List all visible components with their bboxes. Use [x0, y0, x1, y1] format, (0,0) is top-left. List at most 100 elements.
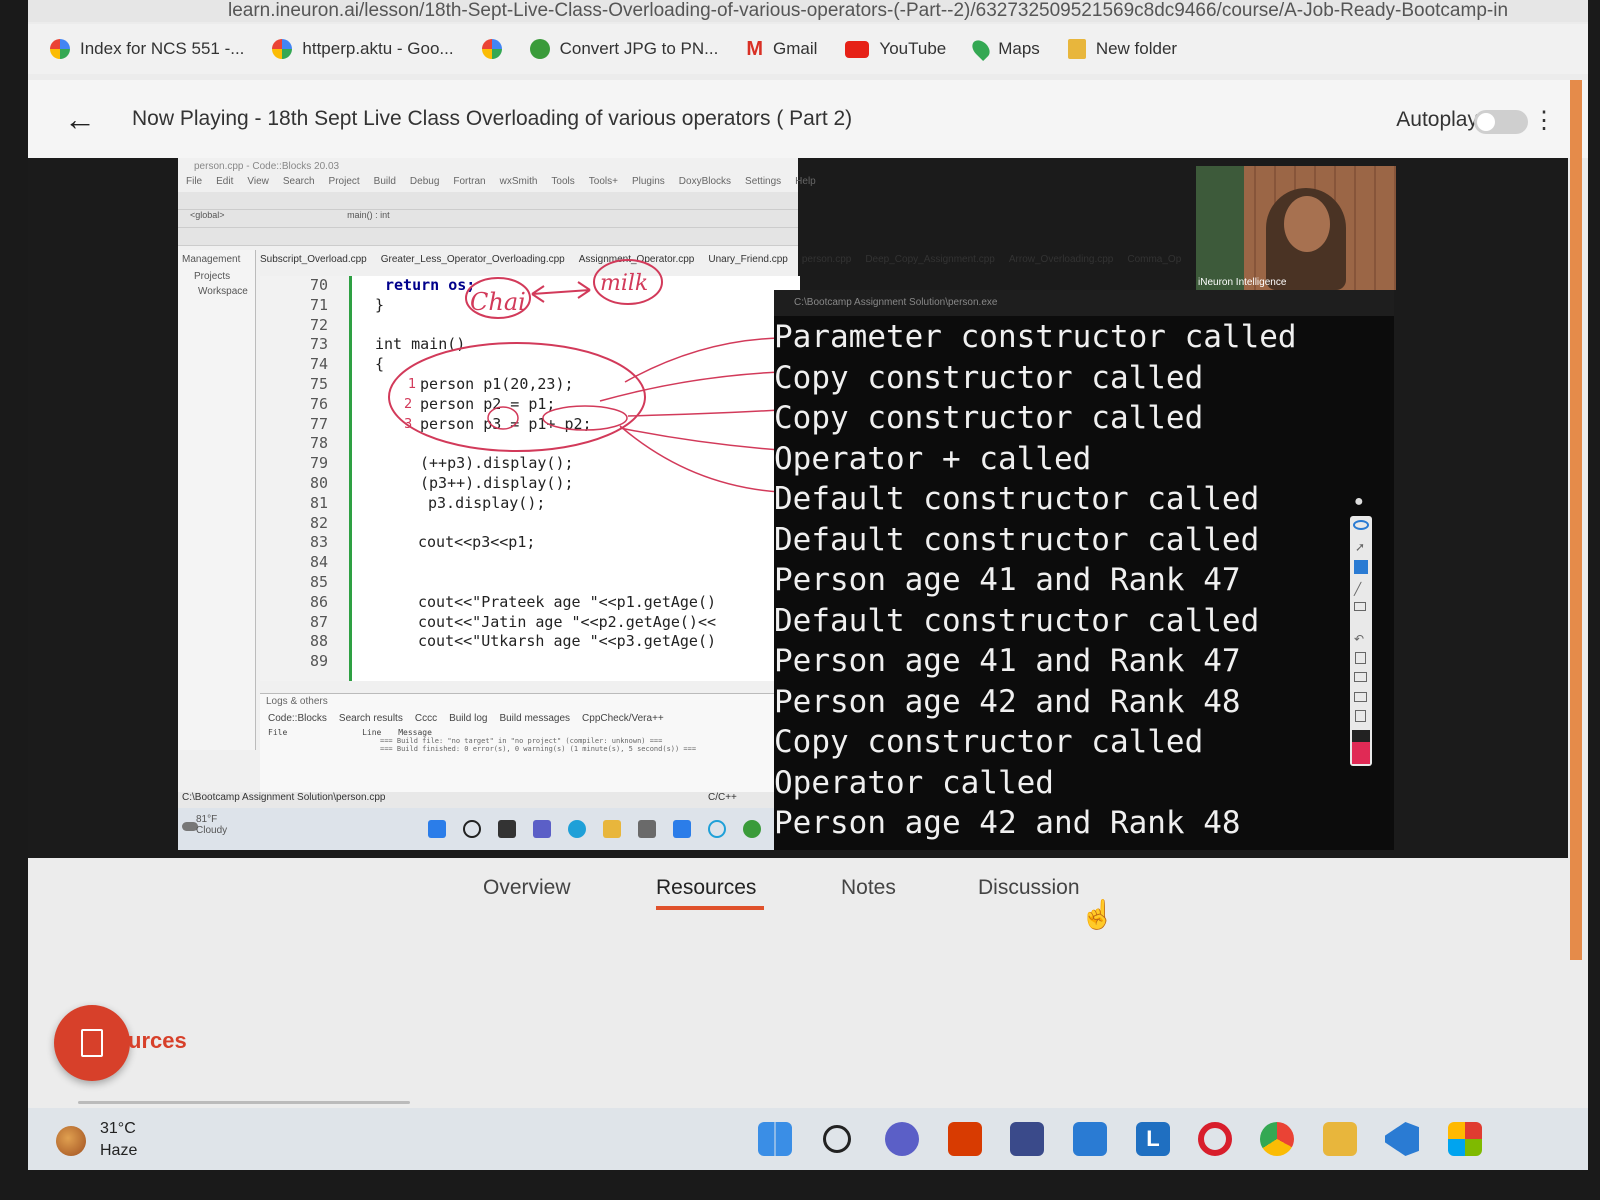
log-tabs: Code::Blocks Search results Cccc Build l… [260, 709, 800, 728]
address-bar[interactable]: learn.ineuron.ai/lesson/18th-Sept-Live-C… [28, 0, 1588, 22]
console-line: Operator called [774, 764, 1054, 801]
ide-menu-fortran[interactable]: Fortran [453, 176, 485, 192]
autoplay-toggle[interactable] [1474, 110, 1528, 134]
code-editor[interactable]: 70 71 72 73 74 75 76 77 78 79 80 81 82 8… [260, 259, 800, 681]
scrollbar[interactable] [1570, 80, 1582, 960]
back-arrow-icon[interactable]: ← [64, 101, 114, 138]
office-icon[interactable] [948, 1122, 982, 1156]
tab-person[interactable]: person.cpp [802, 254, 851, 274]
annotation-toolbar[interactable]: ➚ ╱ ↶ [1350, 516, 1372, 766]
pin-icon[interactable]: ● [1354, 493, 1364, 511]
ide-menu-tools-plus[interactable]: Tools+ [589, 176, 618, 192]
bookmark-youtube[interactable]: YouTube [845, 39, 946, 59]
tab-arrow-overloading[interactable]: Arrow_Overloading.cpp [1009, 254, 1114, 274]
tab-greater-less[interactable]: Greater_Less_Operator_Overloading.cpp [381, 254, 565, 274]
ide-menu-doxyblocks[interactable]: DoxyBlocks [679, 176, 731, 192]
console-line: Person age 42 and Rank 48 [774, 683, 1241, 720]
apps-icon[interactable] [1448, 1122, 1482, 1156]
screen-icon[interactable] [1354, 672, 1367, 682]
ide-menu-search[interactable]: Search [283, 176, 315, 192]
edge-icon [568, 820, 586, 838]
video-player[interactable]: person.cpp - Code::Blocks 20.03 File Edi… [28, 158, 1568, 858]
pointer-icon[interactable]: ➚ [1355, 540, 1365, 554]
tab-deep-copy[interactable]: Deep_Copy_Assignment.cpp [865, 254, 995, 274]
bookmark-httperp[interactable]: httperp.aktu - Goo... [272, 39, 454, 59]
code-line-83: cout<<p3<<p1; [418, 533, 536, 552]
console-line: Default constructor called [774, 481, 1260, 517]
chat-icon [533, 820, 551, 838]
tab-discussion[interactable]: Discussion [978, 876, 1080, 900]
log-line: === Build file: "no target" in "no proje… [380, 737, 663, 745]
google-icon [272, 39, 293, 59]
tab-comma-op[interactable]: Comma_Op [1127, 254, 1181, 274]
ide-menu-file[interactable]: File [186, 176, 202, 192]
camera-icon[interactable] [1354, 692, 1367, 702]
bookmark-google[interactable] [481, 39, 502, 59]
ide-menu-help[interactable]: Help [795, 176, 816, 192]
color-swatch-icon[interactable] [1352, 730, 1370, 764]
resources-icon[interactable] [54, 1005, 130, 1081]
log-tab-codeblocks[interactable]: Code::Blocks [268, 713, 327, 724]
log-tab-cccc[interactable]: Cccc [415, 713, 437, 724]
pen-icon[interactable] [1354, 560, 1368, 574]
ide-menu-build[interactable]: Build [374, 176, 396, 192]
more-options-icon[interactable]: ⋮ [1532, 106, 1556, 135]
l-app-icon[interactable]: L [1136, 1122, 1170, 1156]
start-icon[interactable] [758, 1122, 792, 1156]
editor-tabs: Subscript_Overload.cpp Greater_Less_Oper… [260, 254, 1340, 274]
folder-icon [1067, 39, 1086, 59]
video-taskbar: 81°F Cloudy [178, 808, 798, 850]
ide-menu-tools[interactable]: Tools [551, 176, 574, 192]
vscode-icon[interactable] [1385, 1122, 1419, 1156]
ide-menu-view[interactable]: View [247, 176, 269, 192]
convert-icon [529, 39, 550, 59]
search-icon[interactable] [823, 1125, 851, 1153]
ide-menu-project[interactable]: Project [329, 176, 360, 192]
eye-icon[interactable] [1353, 520, 1369, 530]
opera-icon[interactable] [1198, 1122, 1232, 1156]
weather-icon[interactable] [56, 1126, 86, 1156]
bookmark-convert-jpg[interactable]: Convert JPG to PN... [529, 39, 718, 59]
bookmark-gmail[interactable]: M Gmail [746, 38, 817, 61]
xbox-icon [743, 820, 761, 838]
tab-notes[interactable]: Notes [841, 876, 896, 900]
ide-menu-edit[interactable]: Edit [216, 176, 233, 192]
console-line: Person age 41 and Rank 47 [774, 562, 1241, 598]
clipboard-icon[interactable] [1355, 710, 1366, 722]
ide-menu-wxsmith[interactable]: wxSmith [500, 176, 538, 192]
arrow-to-copy-1 [599, 371, 781, 402]
log-tab-build-messages[interactable]: Build messages [499, 713, 570, 724]
weather-description[interactable]: Haze [100, 1142, 137, 1160]
folder-icon[interactable] [1323, 1122, 1357, 1156]
store-icon[interactable] [1010, 1122, 1044, 1156]
log-tab-build-log[interactable]: Build log [449, 713, 487, 724]
log-tab-search-results[interactable]: Search results [339, 713, 403, 724]
ide-menu-settings[interactable]: Settings [745, 176, 781, 192]
ide-menu-debug[interactable]: Debug [410, 176, 439, 192]
eraser-icon[interactable] [1354, 602, 1366, 611]
tab-resources[interactable]: Resources [656, 876, 756, 900]
function-select[interactable]: main() : int [347, 210, 390, 220]
ide-menu-plugins[interactable]: Plugins [632, 176, 665, 192]
chrome-icon[interactable] [1260, 1122, 1294, 1156]
weather-temperature[interactable]: 31°C [100, 1120, 136, 1138]
undo-icon[interactable]: ↶ [1354, 632, 1364, 646]
line-icon[interactable]: ╱ [1354, 582, 1361, 596]
logs-title: Logs & others [266, 696, 328, 707]
console-line: Copy constructor called [774, 724, 1204, 760]
bookmark-ncs551[interactable]: Index for NCS 551 -... [50, 39, 244, 59]
mail-icon[interactable] [1073, 1122, 1107, 1156]
status-language: C/C++ [708, 792, 737, 803]
management-panel: Management Projects Workspace [178, 250, 256, 750]
bookmark-maps[interactable]: Maps [969, 36, 1040, 62]
workspace-item[interactable]: Workspace [182, 286, 251, 297]
scope-select[interactable]: <global> [190, 210, 225, 220]
bookmark-new-folder[interactable]: New folder [1067, 39, 1177, 59]
tab-unary-friend[interactable]: Unary_Friend.cpp [708, 254, 787, 274]
chat-icon[interactable] [885, 1122, 919, 1156]
tab-subscript-overload[interactable]: Subscript_Overload.cpp [260, 254, 367, 274]
tab-overview[interactable]: Overview [483, 876, 571, 900]
trash-icon[interactable] [1355, 652, 1366, 664]
projects-tab[interactable]: Projects [182, 271, 251, 282]
log-tab-cppcheck[interactable]: CppCheck/Vera++ [582, 713, 664, 724]
